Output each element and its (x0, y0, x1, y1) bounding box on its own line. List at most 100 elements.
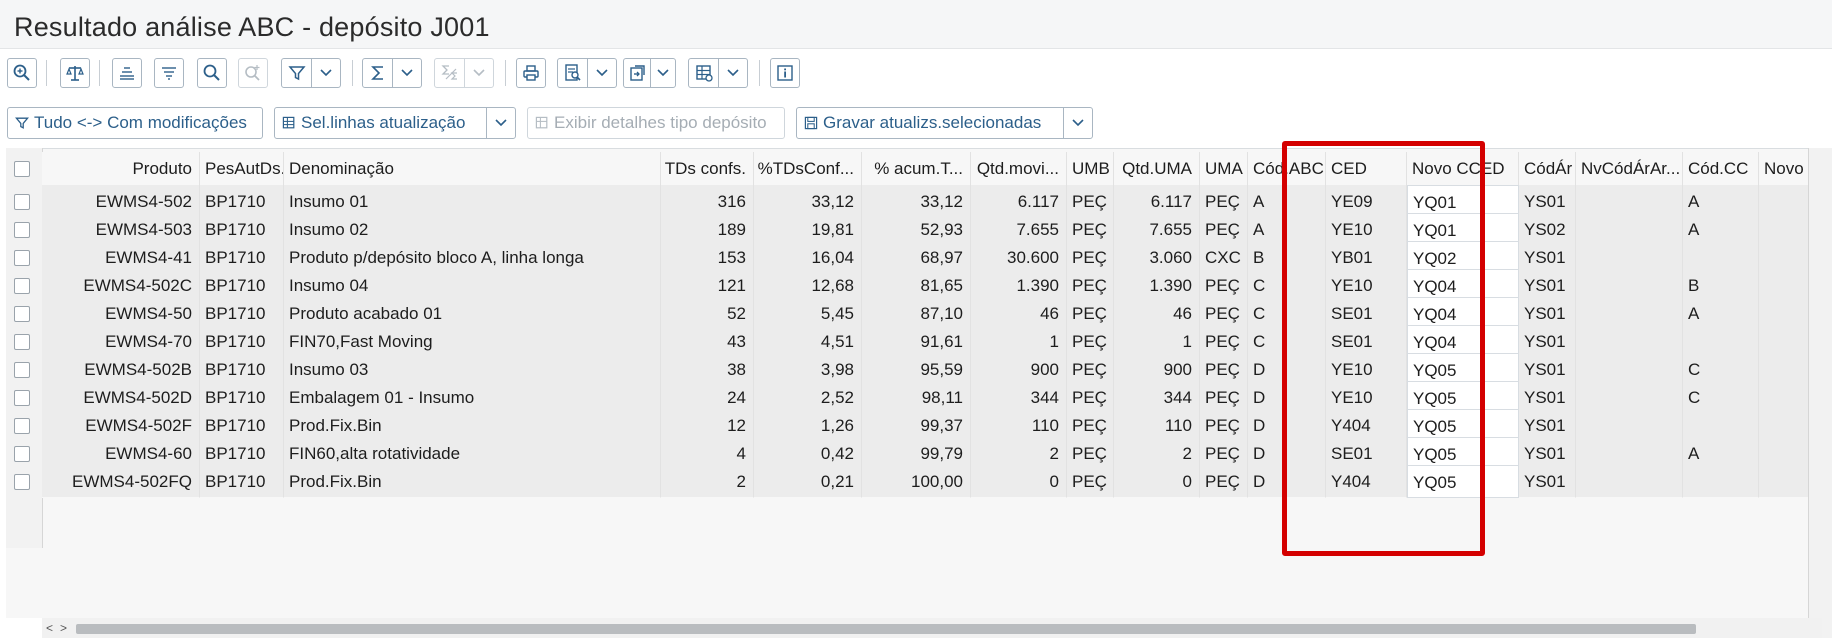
info-button[interactable] (770, 58, 800, 88)
row-select-checkbox[interactable] (14, 278, 30, 294)
horizontal-scrollbar[interactable]: < > (42, 618, 1822, 638)
table-header-row: Produto PesAutDs.. Denominação TDs confs. %T… (42, 152, 1832, 185)
vertical-scrollbar[interactable] (1808, 148, 1832, 638)
cell-new-cced[interactable]: YQ05 (1407, 465, 1519, 498)
row-select-checkbox[interactable] (14, 390, 30, 406)
chevron-down-icon (319, 68, 333, 78)
action-toolbar: Tudo <-> Com modificações Sel.linhas atu… (0, 106, 1832, 142)
chevron-down-icon (595, 68, 609, 78)
chevron-down-icon[interactable] (486, 108, 515, 138)
cell-area-code: YS01 (1519, 465, 1576, 498)
sort-asc-icon (117, 63, 137, 83)
toolbar-separator (99, 60, 100, 86)
toolbar-separator (352, 60, 353, 86)
select-update-rows-button[interactable]: Sel.linhas atualização (274, 107, 516, 139)
cell-base-uom: PEÇ (1067, 465, 1114, 498)
cell-storage-bin-type: BP1710 (200, 465, 284, 498)
zoom-details-button[interactable] (7, 58, 37, 88)
search-next-icon (243, 63, 263, 83)
column-header-product[interactable]: Produto (42, 152, 200, 185)
column-header-pct-cumulative[interactable]: % acum.T... (862, 152, 971, 185)
cell-cc-code (1683, 465, 1759, 498)
column-header-alt-uom[interactable]: UMA (1200, 152, 1248, 185)
row-select-checkbox[interactable] (14, 362, 30, 378)
title-bar: Resultado análise ABC - depósito J001 (0, 0, 1832, 49)
subtotal-icon (440, 63, 460, 83)
page-title: Resultado análise ABC - depósito J001 (14, 12, 490, 42)
search-icon (202, 63, 222, 83)
chevron-down-icon (472, 68, 486, 78)
filter-icon (287, 63, 307, 83)
cell-description: Prod.Fix.Bin (284, 465, 661, 498)
row-select-checkbox[interactable] (14, 334, 30, 350)
magnifier-detail-icon (12, 63, 32, 83)
column-header-new-area-code[interactable]: NvCódÁrAr... (1576, 152, 1683, 185)
row-select-checkbox[interactable] (14, 250, 30, 266)
show-storage-type-details-button[interactable]: Exibir detalhes tipo depósito (527, 107, 785, 139)
column-header-ced[interactable]: CED (1326, 152, 1407, 185)
print-preview-icon (563, 63, 583, 83)
print-button[interactable] (516, 58, 546, 88)
save-selected-updates-label: Gravar atualizs.selecionadas (823, 113, 1042, 132)
save-icon (797, 115, 819, 131)
cell-quantity-moved: 0 (971, 465, 1067, 498)
row-select-checkbox[interactable] (14, 222, 30, 238)
toolbar-separator (759, 60, 760, 86)
table-top-border (6, 148, 1832, 149)
sum-button[interactable] (362, 58, 422, 88)
sort-descending-button[interactable] (154, 58, 184, 88)
row-select-checkbox[interactable] (14, 474, 30, 490)
layout-grid-icon (694, 63, 714, 83)
toolbar-separator (46, 60, 47, 86)
sort-ascending-button[interactable] (112, 58, 142, 88)
filter-button[interactable] (281, 58, 341, 88)
print-preview-button[interactable] (557, 58, 617, 88)
sort-desc-icon (159, 63, 179, 83)
column-header-description[interactable]: Denominação (284, 152, 661, 185)
column-header-quantity-alt-uom[interactable]: Qtd.UMA (1114, 152, 1200, 185)
column-header-total-confirmations[interactable]: TDs confs. (661, 152, 754, 185)
column-header-base-uom[interactable]: UMB (1067, 152, 1114, 185)
row-select-checkbox[interactable] (14, 418, 30, 434)
scrollbar-thumb[interactable] (76, 624, 1696, 634)
table-row[interactable]: EWMS4-502FQ BP1710 Prod.Fix.Bin 2 0,21 100,00… (42, 465, 1832, 498)
subtotal-button[interactable] (434, 58, 494, 88)
scroll-left-icon[interactable]: < (46, 618, 53, 638)
find-button[interactable] (197, 58, 227, 88)
storage-details-icon (528, 115, 550, 131)
filter-icon (8, 115, 30, 131)
printer-icon (521, 63, 541, 83)
find-next-button[interactable] (238, 58, 268, 88)
layout-button[interactable] (688, 58, 748, 88)
chevron-down-icon (656, 68, 670, 78)
export-button[interactable] (623, 58, 676, 88)
save-selected-updates-button[interactable]: Gravar atualizs.selecionadas (796, 107, 1093, 139)
compare-button[interactable] (60, 58, 90, 88)
toggle-all-modified-button[interactable]: Tudo <-> Com modificações (7, 107, 263, 139)
cell-total-confirmations: 2 (661, 465, 754, 498)
cell-product: EWMS4-502FQ (42, 465, 200, 498)
cell-abc-code: D (1248, 465, 1326, 498)
select-update-rows-label: Sel.linhas atualização (301, 113, 466, 132)
column-header-cc-code[interactable]: Cód.CC (1683, 152, 1759, 185)
row-select-checkbox[interactable] (14, 194, 30, 210)
chevron-down-icon (400, 68, 414, 78)
chevron-down-icon[interactable] (1063, 108, 1092, 138)
column-header-storage-bin-type[interactable]: PesAutDs.. (200, 152, 284, 185)
select-all-checkbox[interactable] (14, 161, 30, 177)
alv-toolbar (0, 56, 1832, 92)
column-header-quantity-moved[interactable]: Qtd.movi... (971, 152, 1067, 185)
row-select-checkbox[interactable] (14, 306, 30, 322)
balance-scale-icon (65, 63, 85, 83)
column-header-area-code[interactable]: CódÁr (1519, 152, 1576, 185)
scroll-right-icon[interactable]: > (60, 618, 67, 638)
column-header-abc-code[interactable]: Cód.ABC (1248, 152, 1326, 185)
cell-ced: Y404 (1326, 465, 1407, 498)
info-icon (775, 63, 795, 83)
layout-grid-icon (275, 115, 297, 131)
cell-pct-cumulative: 100,00 (862, 465, 971, 498)
column-header-new-cced[interactable]: Novo CCED (1407, 152, 1519, 185)
row-select-checkbox[interactable] (14, 446, 30, 462)
show-storage-type-details-label: Exibir detalhes tipo depósito (554, 113, 767, 132)
column-header-pct-confirmations[interactable]: %TDsConf... (754, 152, 862, 185)
